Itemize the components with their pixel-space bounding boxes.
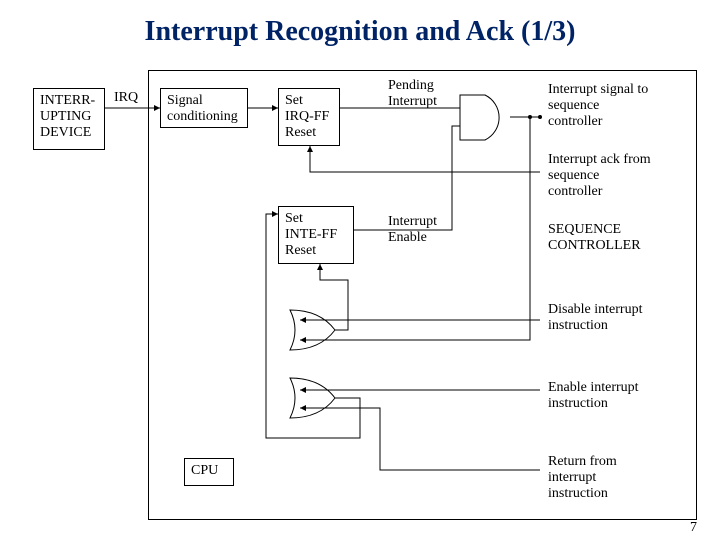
wiring-svg xyxy=(0,0,720,540)
